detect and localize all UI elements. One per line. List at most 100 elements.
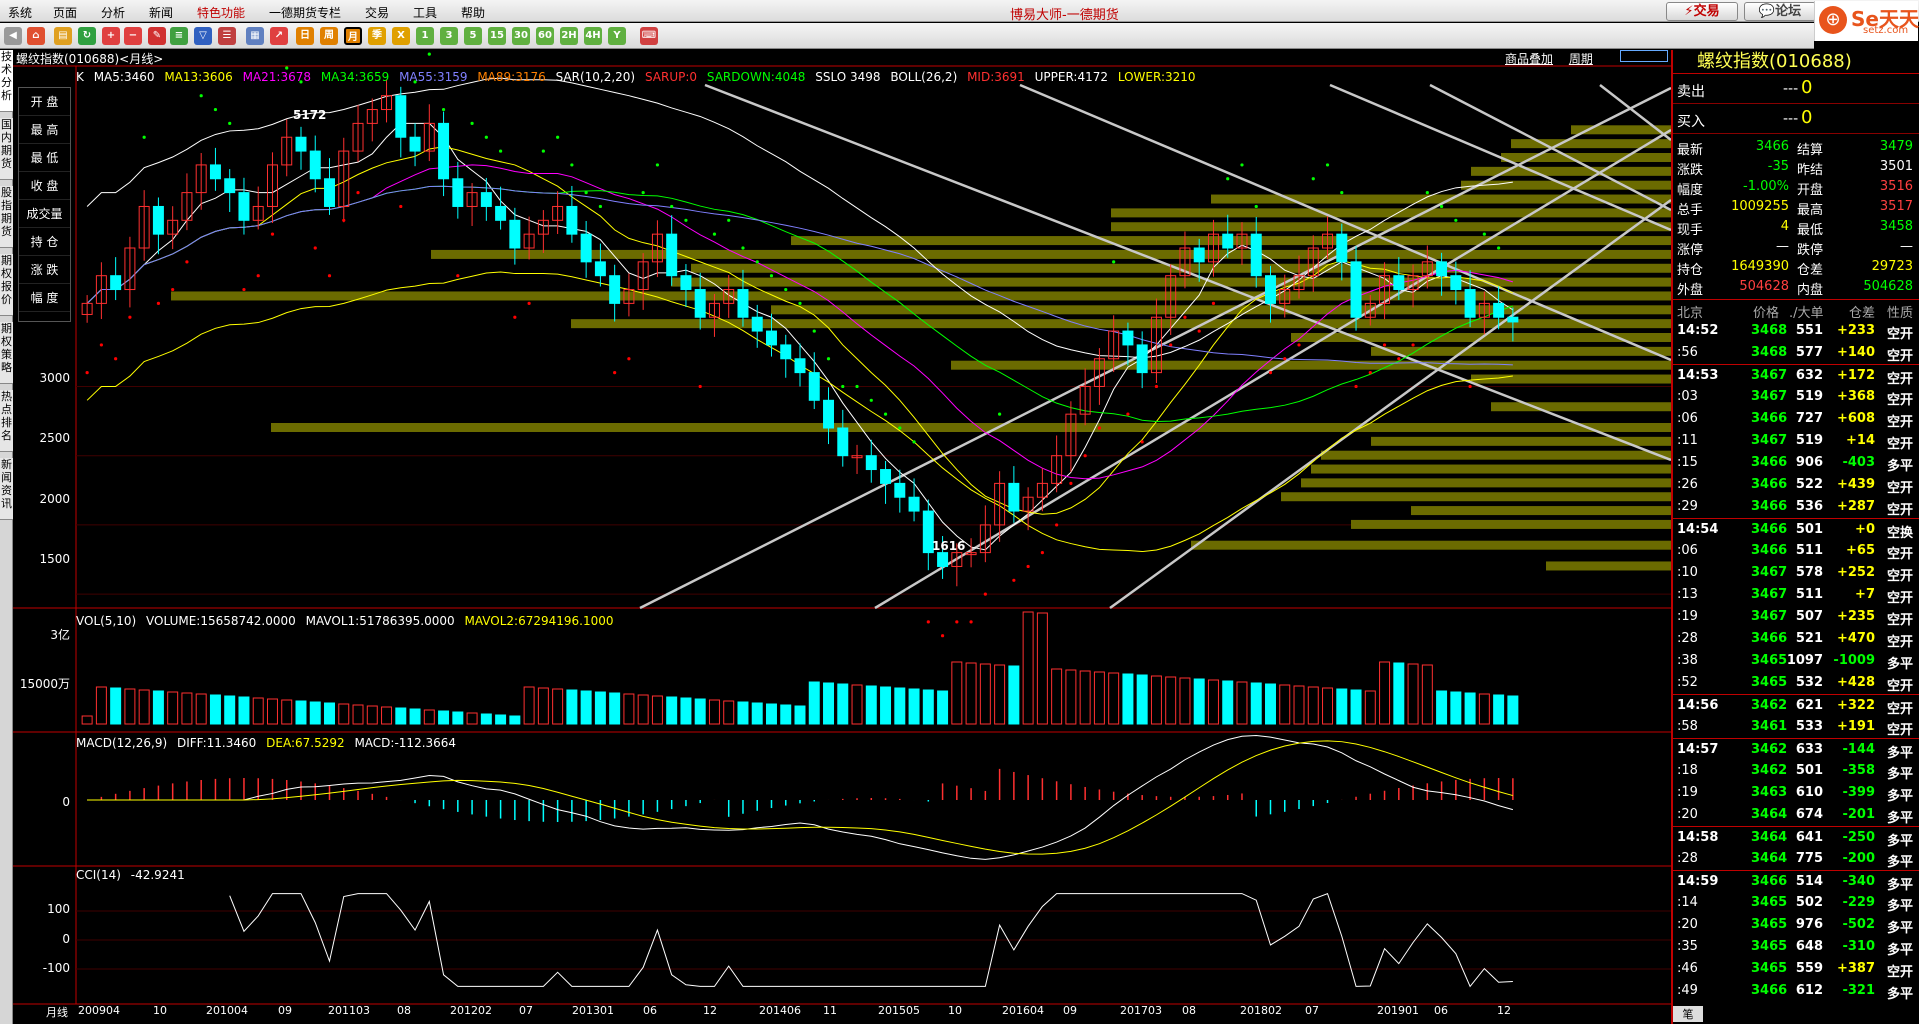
candle-body (609, 275, 621, 304)
tick-oi-change: -201 (1842, 807, 1875, 822)
ohlc-close: 收 盘 (19, 172, 70, 200)
year-y-icon[interactable]: Y (608, 27, 626, 45)
list-icon[interactable]: ☰ (218, 27, 236, 45)
cci-indicator-line: CCI(14) -42.9241 (76, 868, 191, 882)
volume-bar (552, 688, 564, 725)
pen-icon[interactable]: ✎ (148, 27, 166, 45)
keyboard-icon[interactable]: ⌨ (640, 27, 658, 45)
window-controls[interactable] (1620, 50, 1668, 62)
x-icon[interactable]: X (392, 27, 410, 45)
quote-value: 3516 (1879, 179, 1913, 194)
menu-system[interactable]: 系统 (8, 4, 32, 21)
sar-dot (1183, 315, 1187, 319)
lines-icon[interactable]: ≡ (170, 27, 188, 45)
tab-index-futures[interactable]: 股指期货 (0, 186, 13, 248)
sar-dot (798, 301, 802, 305)
tick-list[interactable]: 14:52 3468 551 +233 空开:56 3468 577 +140 … (1673, 320, 1919, 1002)
ohlc-high: 最 高 (19, 116, 70, 144)
min3-icon[interactable]: 3 (440, 27, 458, 45)
home-icon[interactable]: ⌂ (27, 27, 45, 45)
volume-bar (823, 682, 835, 725)
tick-price: 3467 (1751, 609, 1788, 624)
filter-icon[interactable]: ▽ (194, 27, 212, 45)
volume-bar (466, 712, 478, 725)
overlay-link[interactable]: 商品叠加 (1505, 52, 1553, 66)
tick-price: 3466 (1751, 499, 1788, 514)
forum-button[interactable]: 💬论坛 (1744, 2, 1816, 21)
tab-domestic-futures[interactable]: 国内期货 (0, 118, 13, 180)
left-tab-bar: 技术分析 国内期货 股指期货 期权报价 期权策略 热点排名 新闻资讯 (0, 50, 13, 1024)
menu-features[interactable]: 特色功能 (197, 4, 245, 21)
quote-value: 1649390 (1731, 259, 1789, 274)
tick-time: :28 (1677, 631, 1698, 646)
volume-bar (480, 713, 492, 725)
volume-bar (965, 662, 977, 725)
quote-label: 最高 (1797, 203, 1824, 218)
sar-dot (1140, 440, 1144, 444)
volume-bar (1336, 688, 1348, 725)
menu-tools[interactable]: 工具 (413, 4, 437, 21)
calendar-week-icon[interactable]: 周 (320, 27, 338, 45)
period-link[interactable]: 周期 (1569, 52, 1593, 66)
tab-option-quotes[interactable]: 期权报价 (0, 254, 13, 316)
calendar-day-icon[interactable]: 日 (296, 27, 314, 45)
volume-bar (808, 681, 820, 725)
table-icon[interactable]: ▦ (246, 27, 264, 45)
chart-icon[interactable]: ↗ (270, 27, 288, 45)
refresh-icon[interactable]: ↻ (78, 27, 96, 45)
sar-dot (327, 274, 332, 278)
quote-value: -35 (1767, 159, 1789, 174)
tick-price: 3466 (1751, 631, 1788, 646)
quote-row: 外盘 504628 内盘 504628 (1673, 277, 1919, 298)
volume-bar (381, 706, 393, 725)
book-icon[interactable]: ▤ (54, 27, 72, 45)
hour4-icon[interactable]: 4H (584, 27, 602, 45)
sar-dot (1112, 260, 1116, 264)
zoom-in-icon[interactable]: + (102, 27, 120, 45)
tick-volume: 501 (1795, 522, 1823, 537)
quote-label: 开盘 (1797, 183, 1824, 198)
candle-body (452, 178, 464, 207)
tick-type: 多平 (1886, 855, 1913, 870)
min60-icon[interactable]: 60 (536, 27, 554, 45)
volume-bar (1179, 677, 1191, 725)
volume-bar (224, 695, 236, 725)
quote-label: 跌停 (1797, 243, 1824, 258)
chart-area[interactable] (13, 50, 1671, 1024)
y-axis-cci-100: 100 (47, 902, 70, 916)
tick-price: 3465 (1751, 917, 1788, 932)
trade-button[interactable]: ⚡交易 (1666, 2, 1738, 21)
min1-icon[interactable]: 1 (416, 27, 434, 45)
menu-analysis[interactable]: 分析 (101, 4, 125, 21)
menu-page[interactable]: 页面 (53, 4, 77, 21)
quote-value: 504628 (1863, 279, 1913, 294)
tab-news[interactable]: 新闻资讯 (0, 458, 13, 520)
min15-icon[interactable]: 15 (488, 27, 506, 45)
x-axis-tick: 07 (1305, 1004, 1319, 1017)
menu-help[interactable]: 帮助 (461, 4, 485, 21)
volume-bar (1293, 685, 1305, 725)
calendar-month-icon[interactable]: 月 (344, 27, 362, 45)
x-axis-tick: 201004 (206, 1004, 248, 1017)
tick-row: 14:57 3462 633 -144 多平 (1673, 738, 1919, 761)
sar-dot (85, 371, 89, 375)
sar-dot (570, 163, 574, 167)
menu-yide-column[interactable]: 一德期货专栏 (269, 4, 341, 21)
menu-news[interactable]: 新闻 (149, 4, 173, 21)
menu-trade[interactable]: 交易 (365, 4, 389, 21)
back-icon[interactable]: ◀ (4, 27, 22, 45)
tick-type: 多平 (1886, 987, 1913, 1002)
min30-icon[interactable]: 30 (512, 27, 530, 45)
vol-indicator-line: VOL(5,10) VOLUME:15658742.0000 MAVOL1:51… (76, 614, 620, 628)
zoom-out-icon[interactable]: − (124, 27, 142, 45)
tab-technical-analysis[interactable]: 技术分析 (0, 50, 13, 112)
volume-bar (1478, 693, 1490, 725)
min5-icon[interactable]: 5 (464, 27, 482, 45)
tick-header-vol: ./大单 (1789, 306, 1824, 321)
season-icon[interactable]: 季 (368, 27, 386, 45)
hour2-icon[interactable]: 2H (560, 27, 578, 45)
bottom-tab[interactable]: 笔 (1673, 1006, 1703, 1022)
volume-bar (580, 690, 592, 725)
sar-dot (1069, 481, 1073, 485)
sar-dot (784, 287, 788, 292)
